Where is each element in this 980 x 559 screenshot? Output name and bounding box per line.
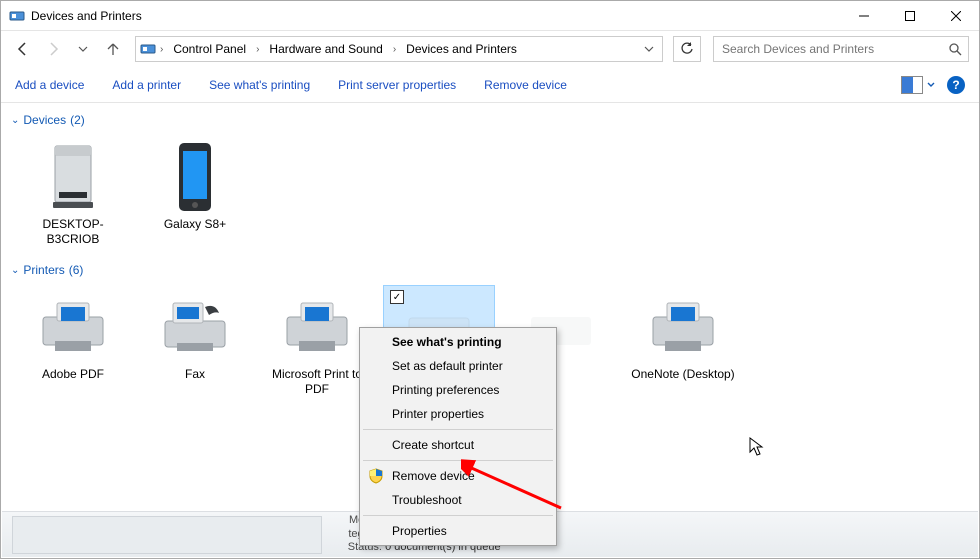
menu-printing-preferences[interactable]: Printing preferences — [362, 378, 554, 402]
printer-item[interactable]: Fax — [139, 285, 251, 401]
device-item[interactable]: DESKTOP-B3CRIOB — [17, 135, 129, 251]
device-item[interactable]: Galaxy S8+ — [139, 135, 251, 251]
chevron-down-icon: ⌄ — [11, 115, 19, 126]
address-bar[interactable]: › Control Panel › Hardware and Sound › D… — [135, 36, 663, 62]
printer-label: Adobe PDF — [19, 367, 127, 382]
titlebar: Devices and Printers — [1, 1, 979, 31]
add-printer-button[interactable]: Add a printer — [112, 78, 181, 92]
group-label: Devices — [23, 113, 66, 127]
printer-label: Microsoft Print to PDF — [263, 367, 371, 397]
group-header-devices[interactable]: ⌄ Devices (2) — [11, 109, 969, 131]
app-icon — [9, 8, 25, 24]
group-label: Printers — [23, 263, 64, 277]
context-menu: See what's printing Set as default print… — [359, 327, 557, 546]
fax-icon — [141, 291, 249, 363]
menu-see-whats-printing[interactable]: See what's printing — [362, 330, 554, 354]
close-button[interactable] — [933, 1, 979, 31]
help-button[interactable]: ? — [947, 76, 965, 94]
menu-troubleshoot[interactable]: Troubleshoot — [362, 488, 554, 512]
printer-icon — [263, 291, 371, 363]
breadcrumb-sep-icon[interactable]: › — [158, 44, 165, 55]
recent-locations-button[interactable] — [71, 37, 95, 61]
printer-icon — [629, 291, 737, 363]
menu-properties[interactable]: Properties — [362, 519, 554, 543]
chevron-down-icon — [927, 81, 935, 89]
see-printing-button[interactable]: See what's printing — [209, 78, 310, 92]
nav-bar: › Control Panel › Hardware and Sound › D… — [1, 31, 979, 67]
printer-item[interactable]: Microsoft Print to PDF — [261, 285, 373, 401]
search-input[interactable] — [720, 41, 948, 57]
printer-item[interactable]: OneNote (Desktop) — [627, 285, 739, 401]
shield-icon — [368, 468, 384, 484]
group-header-printers[interactable]: ⌄ Printers (6) — [11, 259, 969, 281]
menu-label: Remove device — [392, 469, 475, 483]
chevron-down-icon: ⌄ — [11, 265, 19, 276]
forward-button[interactable] — [41, 37, 65, 61]
menu-set-default-printer[interactable]: Set as default printer — [362, 354, 554, 378]
minimize-button[interactable] — [841, 1, 887, 31]
refresh-button[interactable] — [673, 36, 701, 62]
up-button[interactable] — [101, 37, 125, 61]
details-thumbnail — [12, 516, 322, 554]
remove-device-button[interactable]: Remove device — [484, 78, 567, 92]
back-button[interactable] — [11, 37, 35, 61]
menu-separator — [363, 515, 553, 516]
breadcrumb-control-panel[interactable]: Control Panel — [167, 40, 252, 58]
location-icon — [140, 41, 156, 57]
menu-separator — [363, 460, 553, 461]
window-controls — [841, 1, 979, 30]
maximize-button[interactable] — [887, 1, 933, 31]
printer-label: Fax — [141, 367, 249, 382]
menu-create-shortcut[interactable]: Create shortcut — [362, 433, 554, 457]
phone-icon — [141, 141, 249, 213]
print-server-properties-button[interactable]: Print server properties — [338, 78, 456, 92]
printer-icon — [19, 291, 127, 363]
device-label: DESKTOP-B3CRIOB — [19, 217, 127, 247]
menu-remove-device[interactable]: Remove device — [362, 464, 554, 488]
group-count: (2) — [70, 113, 85, 127]
group-count: (6) — [69, 263, 84, 277]
address-dropdown-icon[interactable] — [640, 44, 658, 54]
menu-printer-properties[interactable]: Printer properties — [362, 402, 554, 426]
view-options-button[interactable] — [901, 76, 935, 94]
printer-item[interactable]: Adobe PDF — [17, 285, 129, 401]
breadcrumb-hardware-sound[interactable]: Hardware and Sound — [263, 40, 388, 58]
menu-separator — [363, 429, 553, 430]
search-icon[interactable] — [948, 42, 962, 56]
breadcrumb-devices-printers[interactable]: Devices and Printers — [400, 40, 523, 58]
breadcrumb-sep-icon[interactable]: › — [391, 44, 398, 55]
view-icon — [901, 76, 923, 94]
add-device-button[interactable]: Add a device — [15, 78, 84, 92]
device-label: Galaxy S8+ — [141, 217, 249, 232]
command-bar: Add a device Add a printer See what's pr… — [1, 67, 979, 103]
desktop-pc-icon — [19, 141, 127, 213]
devices-row: DESKTOP-B3CRIOB Galaxy S8+ — [11, 131, 969, 259]
window-title: Devices and Printers — [31, 9, 841, 23]
printer-label: OneNote (Desktop) — [629, 367, 737, 382]
breadcrumb-sep-icon[interactable]: › — [254, 44, 261, 55]
search-box[interactable] — [713, 36, 969, 62]
